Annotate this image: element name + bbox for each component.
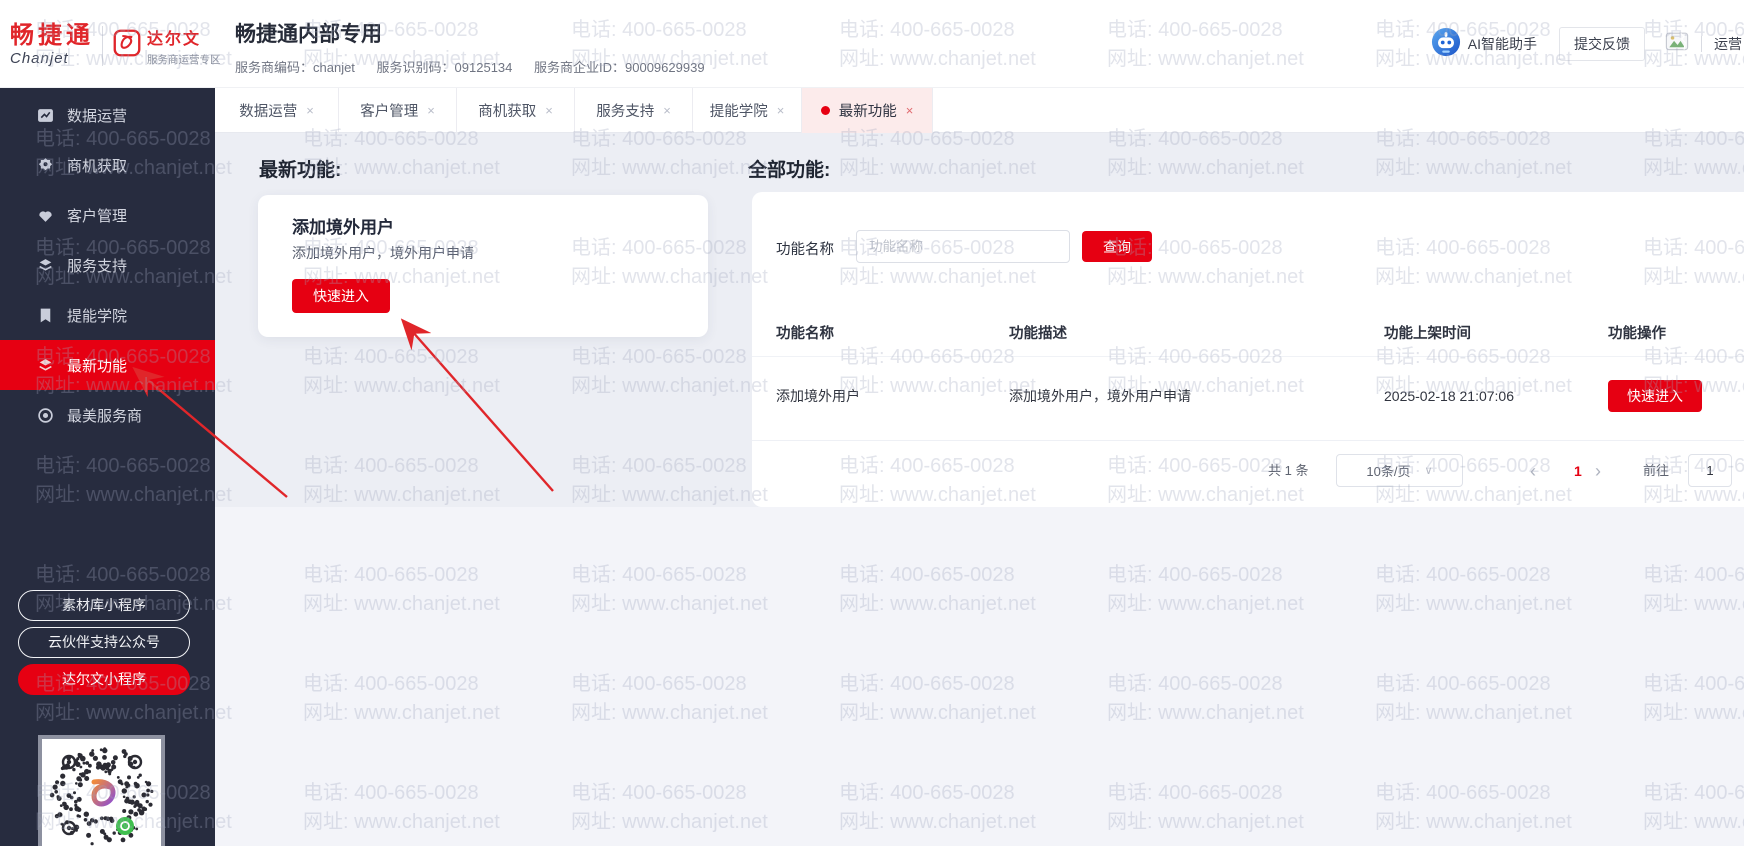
tab-close-icon[interactable]: × [427, 103, 435, 118]
logo: 畅捷通 Chanjet 达尔文 服务商运营专区 [10, 22, 221, 68]
cell-feature-time: 2025-02-18 21:07:06 [1384, 388, 1514, 404]
tab-close-icon[interactable]: × [306, 103, 314, 118]
broken-image-icon [1665, 32, 1689, 57]
sidebar-item-label: 客户管理 [67, 207, 128, 225]
heart-icon [37, 207, 54, 224]
feature-name-input[interactable] [856, 230, 1070, 263]
sidebar-item-label: 商机获取 [67, 157, 128, 175]
tab-close-icon[interactable]: × [545, 103, 553, 118]
quick-enter-button[interactable]: 快速进入 [292, 279, 390, 313]
book-icon [37, 307, 54, 324]
sidebar-item-data-ops[interactable]: 数据运营 [0, 90, 215, 140]
cell-feature-desc: 添加境外用户，境外用户申请 [1009, 388, 1191, 404]
sidebar-item-label: 提能学院 [67, 307, 128, 325]
page-title: 畅捷通内部专用 [235, 23, 382, 46]
robot-icon [1431, 27, 1461, 62]
page-size-select[interactable]: 10条/页 ∨ [1336, 454, 1463, 487]
enterprise-id: 服务商企业ID：90009629939 [534, 60, 705, 75]
ai-assistant-button[interactable]: AI智能助手 [1431, 27, 1537, 62]
tab-label: 提能学院 [709, 104, 768, 120]
table-divider [752, 356, 1744, 357]
feature-card-title: 添加境外用户 [292, 218, 394, 237]
pagination-total: 共 1 条 [1268, 463, 1309, 478]
material-library-button[interactable]: 素材库小程序 [18, 590, 190, 621]
sidebar-item-new-features[interactable]: 最新功能 [0, 340, 215, 390]
page-size-value: 10条/页 [1366, 464, 1411, 479]
logo-divider [102, 25, 103, 66]
all-features-heading: 全部功能: [748, 160, 831, 181]
column-header-action: 功能操作 [1608, 326, 1666, 342]
darwin-miniapp-button[interactable]: 达尔文小程序 [18, 664, 190, 695]
badge-icon [37, 157, 54, 174]
cell-feature-name: 添加境外用户 [776, 388, 860, 404]
chart-icon [37, 107, 54, 124]
latest-feature-card: 添加境外用户 添加境外用户，境外用户申请 快速进入 [258, 195, 708, 337]
tab-close-icon[interactable]: × [906, 103, 914, 118]
tab-close-icon[interactable]: × [663, 103, 671, 118]
tab-close-icon[interactable]: × [777, 103, 785, 118]
provider-code: 服务商编码：chanjet [235, 60, 355, 75]
tabbar: 数据运营 × 客户管理 × 商机获取 × 服务支持 × 提能学院 × 最新功能 … [215, 88, 1744, 133]
tab-label: 服务支持 [596, 104, 655, 120]
prev-page-button[interactable]: ‹ [1530, 454, 1536, 488]
tab-customers[interactable]: 客户管理 × [339, 88, 457, 133]
tab-leads[interactable]: 商机获取 × [457, 88, 575, 133]
target-icon [37, 407, 54, 424]
feature-card-desc: 添加境外用户，境外用户申请 [292, 245, 474, 261]
column-header-name: 功能名称 [776, 326, 834, 342]
sidebar-item-academy[interactable]: 提能学院 [0, 290, 215, 340]
search-label: 功能名称 [776, 242, 834, 258]
brand-logo-en: Chanjet [10, 50, 69, 67]
all-features-panel: 功能名称 查询 功能名称 功能描述 功能上架时间 功能操作 添加境外用户 添加境… [752, 192, 1744, 507]
header-divider [1701, 36, 1702, 52]
tab-data-ops[interactable]: 数据运营 × [215, 88, 339, 133]
ai-assistant-label: AI智能助手 [1467, 36, 1537, 52]
tab-academy[interactable]: 提能学院 × [693, 88, 802, 133]
sidebar-item-support[interactable]: 服务支持 [0, 240, 215, 290]
sidebar: 数据运营 商机获取 客户管理 服务支持 提能学院 最新功能 最美服务商 素材库小… [0, 88, 215, 846]
role-menu[interactable]: 运营 [1714, 34, 1744, 54]
goto-label: 前往 [1643, 463, 1670, 478]
chevron-down-icon: ∨ [1424, 465, 1433, 477]
tab-label: 数据运营 [239, 104, 298, 120]
service-id: 服务识别码：09125134 [376, 60, 513, 75]
tab-label: 商机获取 [478, 104, 537, 120]
sidebar-item-best-providers[interactable]: 最美服务商 [0, 390, 215, 440]
row-quick-enter-button[interactable]: 快速进入 [1608, 380, 1702, 412]
tab-label: 客户管理 [360, 104, 419, 120]
sidebar-item-label: 最美服务商 [67, 407, 143, 425]
provider-meta: 服务商编码：chanjet 服务识别码：09125134 服务商企业ID：900… [235, 57, 723, 76]
darwin-logo-icon [113, 29, 141, 62]
tab-new-features[interactable]: 最新功能 × [802, 88, 933, 133]
layers-icon [37, 257, 54, 274]
table-divider [752, 440, 1744, 441]
sidebar-item-label: 服务支持 [67, 257, 128, 275]
column-header-time: 功能上架时间 [1384, 326, 1471, 342]
qr-code [38, 735, 165, 846]
active-tab-dot [820, 106, 830, 115]
goto-page-input[interactable] [1688, 454, 1732, 487]
header: 畅捷通 Chanjet 达尔文 服务商运营专区 畅捷通内部专用 服务商编码：ch… [0, 0, 1744, 88]
tab-support[interactable]: 服务支持 × [575, 88, 693, 133]
page: 畅捷通 Chanjet 达尔文 服务商运营专区 畅捷通内部专用 服务商编码：ch… [0, 0, 1744, 846]
latest-features-heading: 最新功能: [259, 160, 342, 181]
new-features-icon [37, 357, 54, 374]
sidebar-item-label: 最新功能 [67, 357, 128, 375]
main-content: 最新功能: 添加境外用户 添加境外用户，境外用户申请 快速进入 全部功能: 功能… [215, 133, 1744, 846]
feedback-button[interactable]: 提交反馈 [1559, 27, 1645, 61]
query-button[interactable]: 查询 [1082, 231, 1152, 262]
sidebar-item-customers[interactable]: 客户管理 [0, 190, 215, 240]
next-page-button[interactable]: › [1595, 454, 1601, 488]
partner-name: 达尔文 [147, 30, 202, 48]
current-page[interactable]: 1 [1574, 454, 1582, 488]
tab-label: 最新功能 [838, 104, 897, 120]
cloud-partner-button[interactable]: 云伙伴支持公众号 [18, 627, 190, 658]
sidebar-item-leads[interactable]: 商机获取 [0, 140, 215, 190]
brand-logo-cn: 畅捷通 [10, 22, 94, 49]
partner-subtitle: 服务商运营专区 [147, 53, 221, 66]
column-header-desc: 功能描述 [1009, 326, 1067, 342]
sidebar-item-label: 数据运营 [67, 107, 128, 125]
